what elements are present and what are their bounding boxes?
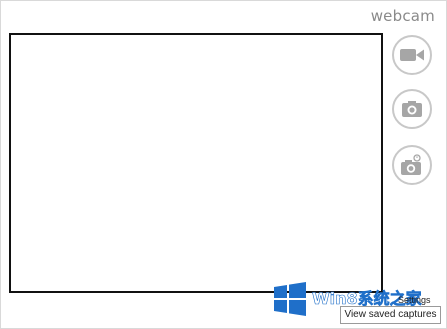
video-camera-icon [400,49,424,61]
view-saved-captures-link[interactable]: View saved captures [340,306,441,324]
camera-icon [402,101,422,117]
settings-link[interactable]: Settings [398,295,431,305]
windows-logo-icon [274,282,306,316]
app-title: webcam [370,7,435,25]
video-capture-button[interactable] [392,35,432,75]
timer-camera-icon [401,154,421,175]
camera-preview [9,33,383,293]
photo-capture-button[interactable] [392,89,432,129]
timer-capture-button[interactable] [392,145,432,185]
